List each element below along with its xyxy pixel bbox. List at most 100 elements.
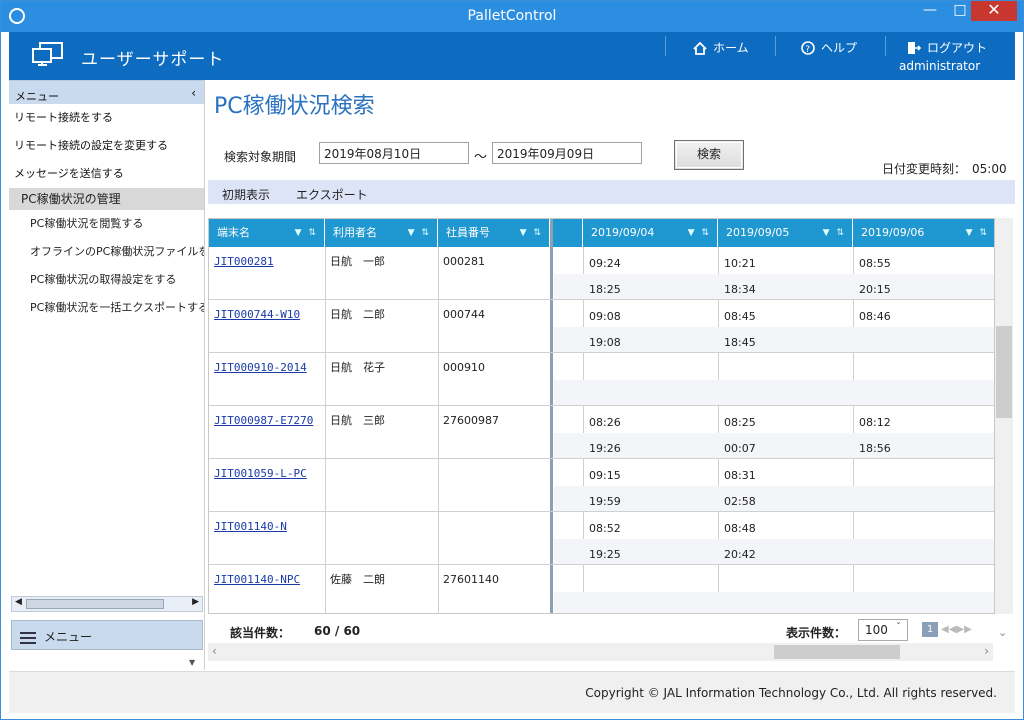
- filter-icon[interactable]: ▼ ⇅: [295, 219, 318, 247]
- scroll-right-icon[interactable]: ›: [984, 644, 989, 658]
- grid-horizontal-scrollbar[interactable]: ‹ ›: [208, 643, 993, 661]
- sidebar-item-send-message[interactable]: メッセージを送信する: [9, 160, 204, 188]
- terminal-link[interactable]: JIT001059-L-PC: [214, 467, 307, 480]
- employee-number-cell: 000910: [443, 361, 485, 374]
- start-time-cell: 10:21: [724, 257, 756, 270]
- start-time-cell: 09:24: [589, 257, 621, 270]
- table-row[interactable]: JIT000987-E7270 日航 三郎 27600987 08:26 19:26 08…: [209, 406, 994, 459]
- maximize-icon[interactable]: □: [947, 1, 973, 21]
- sidebar-subitem-view-status[interactable]: PC稼働状況を閲覧する: [9, 210, 204, 238]
- pager-nav-icons[interactable]: ◀◀▶▶: [941, 624, 972, 635]
- employee-number-cell: 27601140: [443, 573, 499, 586]
- result-count-label: 該当件数：: [230, 626, 291, 640]
- column-header[interactable]: 利用者名 ▼ ⇅: [325, 219, 438, 247]
- table-row[interactable]: JIT001059-L-PC 09:15 19:59 08:31 02:58: [209, 459, 994, 512]
- collapse-icon[interactable]: ‹: [191, 86, 196, 100]
- sidebar-horizontal-scrollbar[interactable]: ◀ ▶: [11, 596, 203, 612]
- sidebar-group-pc-status[interactable]: PC稼働状況の管理: [9, 188, 204, 210]
- app-header: ユーザーサポート ホーム ? ヘルプ ログアウト administrator: [9, 32, 1015, 80]
- nav-home[interactable]: ホーム: [693, 37, 749, 59]
- logged-in-user: administrator: [899, 59, 981, 73]
- scroll-left-icon[interactable]: ‹: [212, 644, 217, 658]
- sidebar: メニュー ‹ リモート接続をする リモート接続の設定を変更する メッセージを送信…: [9, 80, 205, 670]
- to-date-input[interactable]: 2019年09月09日: [492, 142, 642, 164]
- employee-number-cell: 000281: [443, 255, 485, 268]
- minimize-icon[interactable]: —: [917, 1, 943, 21]
- terminal-link[interactable]: JIT000910-2014: [214, 361, 307, 374]
- filter-icon[interactable]: ▼ ⇅: [408, 219, 431, 247]
- row-shading: [554, 592, 994, 613]
- table-row[interactable]: JIT001140-N 08:52 19:25 08:48 20:42: [209, 512, 994, 565]
- nav-divider: [885, 36, 886, 56]
- table-row[interactable]: JIT000281 日航 一郎 000281 09:24 18:25 10:21 18:34…: [209, 247, 994, 300]
- chevron-down-icon: ˇ: [896, 622, 901, 633]
- nav-help-label: ヘルプ: [821, 41, 858, 55]
- terminal-link[interactable]: JIT000987-E7270: [214, 414, 313, 427]
- sidebar-footer-label: メニュー: [44, 630, 93, 644]
- end-time-cell: 19:08: [589, 336, 621, 349]
- employee-number-cell: 000744: [443, 308, 485, 321]
- user-name-cell: 日航 二郎: [330, 308, 385, 321]
- column-header[interactable]: 2019/09/06 ▼ ⇅: [853, 219, 994, 247]
- result-count: 60 / 60: [314, 624, 361, 638]
- brand-title: ユーザーサポート: [81, 50, 225, 70]
- column-header[interactable]: 2019/09/04 ▼ ⇅: [583, 219, 718, 247]
- scrollbar-thumb[interactable]: [26, 599, 164, 609]
- sidebar-menu-footer[interactable]: メニュー: [11, 620, 203, 650]
- start-time-cell: 08:45: [724, 310, 756, 323]
- page-size-select[interactable]: 100 ˇ: [858, 619, 908, 641]
- column-header[interactable]: 2019/09/05 ▼ ⇅: [718, 219, 853, 247]
- page-size-value: 100: [865, 623, 888, 637]
- from-date-input[interactable]: 2019年08月10日: [319, 142, 469, 164]
- filter-icon[interactable]: ▼ ⇅: [966, 219, 989, 247]
- terminal-link[interactable]: JIT000744-W10: [214, 308, 300, 321]
- user-name-cell: 佐藤 二朗: [330, 573, 385, 586]
- help-icon: ?: [801, 41, 815, 55]
- start-time-cell: 08:26: [589, 416, 621, 429]
- page-button-current[interactable]: 1: [922, 622, 938, 637]
- filter-icon[interactable]: ▼ ⇅: [520, 219, 543, 247]
- end-time-cell: 18:25: [589, 283, 621, 296]
- sidebar-item-remote-settings[interactable]: リモート接続の設定を変更する: [9, 132, 204, 160]
- column-header[interactable]: 社員番号 ▼ ⇅: [438, 219, 550, 247]
- start-time-cell: 08:12: [859, 416, 891, 429]
- scroll-left-icon[interactable]: ◀: [15, 597, 22, 607]
- end-time-cell: 18:34: [724, 283, 756, 296]
- terminal-link[interactable]: JIT000281: [214, 255, 274, 268]
- scrollbar-thumb[interactable]: [996, 326, 1012, 418]
- copyright: Copyright © JAL Information Technology C…: [585, 686, 997, 700]
- start-time-cell: 09:15: [589, 469, 621, 482]
- grid-vertical-scrollbar[interactable]: [995, 218, 1013, 614]
- terminal-link[interactable]: JIT001140-N: [214, 520, 287, 533]
- filter-icon[interactable]: ▼ ⇅: [823, 219, 846, 247]
- sidebar-subitem-bulk-export[interactable]: PC稼働状況を一括エクスポートする: [9, 294, 204, 322]
- sidebar-item-remote-connect[interactable]: リモート接続をする: [9, 104, 204, 132]
- sidebar-subitem-offline-import[interactable]: オフラインのPC稼働状況ファイルを取り: [9, 238, 204, 266]
- start-time-cell: 08:48: [724, 522, 756, 535]
- terminal-link[interactable]: JIT001140-NPC: [214, 573, 300, 586]
- filter-icon[interactable]: ▼ ⇅: [688, 219, 711, 247]
- nav-logout-label: ログアウト: [927, 41, 988, 55]
- scroll-right-icon[interactable]: ▶: [192, 597, 199, 607]
- end-time-cell: 19:25: [589, 548, 621, 561]
- export-button[interactable]: エクスポート: [296, 186, 368, 203]
- nav-logout[interactable]: ログアウト: [907, 37, 987, 59]
- logout-icon: [908, 42, 921, 54]
- end-time-cell: 20:42: [724, 548, 756, 561]
- nav-home-label: ホーム: [713, 41, 749, 55]
- search-button[interactable]: 検索: [674, 140, 744, 170]
- column-header-spacer[interactable]: [553, 219, 583, 247]
- close-icon[interactable]: ✕: [971, 1, 1017, 21]
- app-window: PalletControl — □ ✕ ユーザーサポート ホーム ? ヘルプ ロ…: [0, 0, 1024, 720]
- start-time-cell: 09:08: [589, 310, 621, 323]
- initial-view-button[interactable]: 初期表示: [222, 186, 270, 203]
- nav-help[interactable]: ? ヘルプ: [801, 37, 857, 59]
- start-time-cell: 08:52: [589, 522, 621, 535]
- sidebar-subitem-acquisition-settings[interactable]: PC稼働状況の取得設定をする: [9, 266, 204, 294]
- column-header[interactable]: 端末名 ▼ ⇅: [209, 219, 325, 247]
- table-row[interactable]: JIT000910-2014 日航 花子 000910: [209, 353, 994, 406]
- table-row[interactable]: JIT000744-W10 日航 二郎 000744 09:08 19:08 08:45 1…: [209, 300, 994, 353]
- table-row[interactable]: JIT001140-NPC 佐藤 二朗 27601140: [209, 565, 994, 613]
- chevron-down-icon[interactable]: ⌄: [998, 626, 1007, 639]
- scrollbar-thumb[interactable]: [774, 645, 900, 659]
